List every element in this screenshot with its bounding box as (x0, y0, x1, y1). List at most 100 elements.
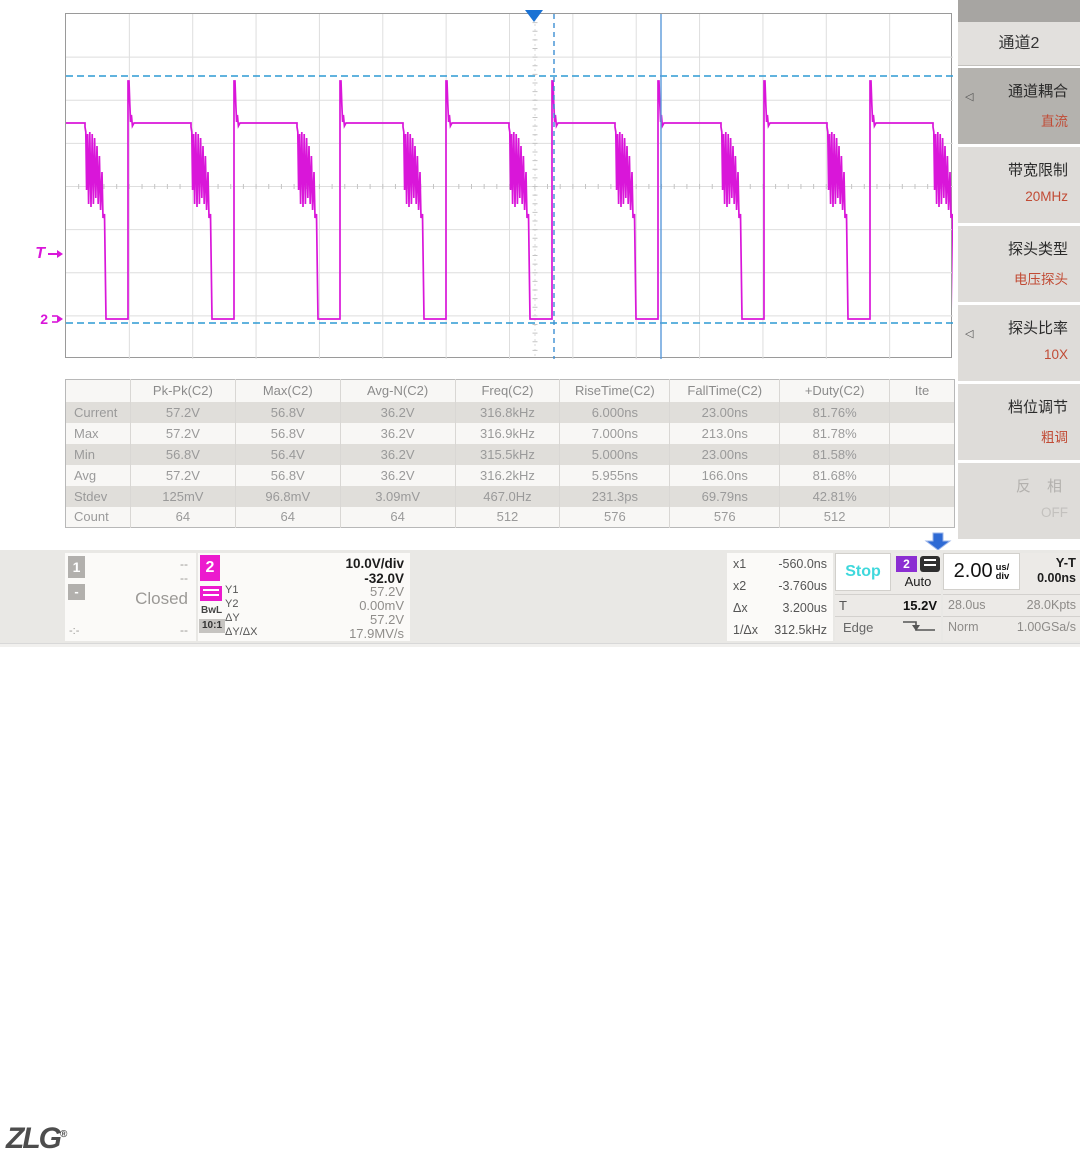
measure-value: 512 (455, 507, 560, 528)
sidebar-item-1[interactable]: 带宽限制20MHz (958, 147, 1080, 223)
sidebar-item-value: 直流 (1041, 110, 1068, 130)
channel1-state: Closed (135, 589, 188, 609)
sidebar-item-4[interactable]: 档位调节粗调 (958, 384, 1080, 460)
trigger-level-label: T (35, 245, 45, 263)
measure-row-label: Max (66, 423, 131, 444)
measure-value: 3.09mV (340, 486, 455, 507)
trigger-level-prefix: T (839, 598, 847, 613)
level-adjust-arrow-icon (50, 312, 64, 326)
sidebar-item-label: 反 相 (1016, 475, 1068, 496)
trigger-mode[interactable]: Auto (896, 574, 940, 589)
measure-value: 42.81% (780, 486, 890, 507)
trigger-position-marker-icon[interactable] (525, 10, 543, 22)
sidebar-item-0[interactable]: ◁通道耦合直流 (958, 68, 1080, 144)
measure-column-header (66, 380, 131, 402)
trigger-level-marker[interactable]: T (26, 245, 64, 263)
measure-value: 36.2V (340, 402, 455, 423)
scroll-down-arrow-icon[interactable] (924, 532, 952, 552)
timebase-panel[interactable]: 2.00 us/ div Y-T 0.00ns 28.0us 28.0Kpts … (943, 553, 1080, 641)
measure-value: 23.00ns (670, 402, 780, 423)
timebase-scale: 2.00 (954, 560, 993, 583)
channel1-scale: -- (180, 557, 188, 571)
measure-row-avg: Avg57.2V56.8V36.2V316.2kHz5.955ns166.0ns… (66, 465, 955, 486)
measure-row-label: Count (66, 507, 131, 528)
measure-value: 5.955ns (560, 465, 670, 486)
status-bar: ZLG® 1 -- -- - Closed -:- -- 2 10.0V/div… (0, 550, 1080, 643)
measure-value (890, 402, 955, 423)
trigger-type[interactable]: Edge (843, 620, 873, 635)
timebase-scale-button[interactable]: 2.00 us/ div (943, 553, 1020, 590)
falling-edge-icon (901, 618, 937, 636)
channel1-panel[interactable]: 1 -- -- - Closed -:- -- (65, 553, 196, 641)
channel2-panel[interactable]: 2 10.0V/div -32.0V BwL 10:1 Y157.2VY20.0… (198, 553, 410, 641)
cursor-readout-panel[interactable]: x1-560.0nsx2-3.760usΔx3.200us1/Δx312.5kH… (727, 553, 833, 641)
sidebar-item-value: OFF (1041, 505, 1068, 520)
measure-value: 57.2V (130, 465, 235, 486)
sidebar-item-2[interactable]: 探头类型电压探头 (958, 226, 1080, 302)
measure-value: 467.0Hz (455, 486, 560, 507)
measure-table: Pk-Pk(C2)Max(C2)Avg-N(C2)Freq(C2)RiseTim… (65, 379, 955, 528)
measure-value: 36.2V (340, 444, 455, 465)
zlg-logo: ZLG® (6, 1122, 67, 1156)
cursor-row-Δx: Δx3.200us (733, 597, 827, 619)
measure-value (890, 423, 955, 444)
measure-value: 512 (780, 507, 890, 528)
measure-row-max: Max57.2V56.8V36.2V316.9kHz7.000ns213.0ns… (66, 423, 955, 444)
measure-value: 166.0ns (670, 465, 780, 486)
measure-value (890, 486, 955, 507)
measure-column-header: Freq(C2) (455, 380, 560, 402)
waveform-canvas[interactable] (66, 14, 953, 359)
sidebar-item-value: 10X (1044, 347, 1068, 362)
measure-value: 231.3ps (560, 486, 670, 507)
cursor-row-x2: x2-3.760us (733, 575, 827, 597)
measure-column-header: +Duty(C2) (780, 380, 890, 402)
measure-column-header: Max(C2) (235, 380, 340, 402)
submenu-left-arrow-icon: ◁ (965, 90, 973, 103)
measure-row-min: Min56.8V56.4V36.2V315.5kHz5.000ns23.00ns… (66, 444, 955, 465)
measure-value: 64 (130, 507, 235, 528)
measure-value: 36.2V (340, 423, 455, 444)
bandwidth-limit-badge: BwL (201, 605, 222, 616)
waveform-display[interactable] (65, 13, 952, 358)
measure-row-label: Current (66, 402, 131, 423)
channel2-readout-row: Y20.00mV (225, 598, 404, 612)
dc-coupling-icon (200, 586, 222, 601)
sidebar-item-3[interactable]: ◁ 探头比率 10X (958, 305, 1080, 381)
bottom-edge (0, 643, 1080, 647)
sidebar-item-value: 粗调 (1041, 426, 1068, 446)
probe-ratio-badge: 10:1 (199, 619, 225, 633)
measure-value: 316.2kHz (455, 465, 560, 486)
channel1-badge: 1 (68, 556, 85, 578)
measure-row-count: Count646464512576576512 (66, 507, 955, 528)
trigger-source-badge: 2 (896, 556, 917, 572)
measure-value (890, 507, 955, 528)
measure-value: 125mV (130, 486, 235, 507)
timebase-unit: us/ div (996, 563, 1010, 581)
measure-value: 81.58% (780, 444, 890, 465)
run-state-button[interactable]: Stop (835, 553, 891, 591)
measure-value: 56.8V (235, 423, 340, 444)
submenu-left-arrow-icon: ◁ (965, 327, 973, 340)
sidebar-item-5: 反 相 OFF (958, 463, 1080, 539)
measure-column-header: RiseTime(C2) (560, 380, 670, 402)
measure-column-header: FallTime(C2) (670, 380, 780, 402)
sidebar-item-label: 探头比率 (1008, 317, 1068, 338)
measure-value: 213.0ns (670, 423, 780, 444)
measure-value: 6.000ns (560, 402, 670, 423)
measure-value: 7.000ns (560, 423, 670, 444)
measure-value: 316.9kHz (455, 423, 560, 444)
trigger-panel[interactable]: Stop 2 Auto T 15.2V Edge (835, 553, 941, 641)
measure-value: 56.8V (235, 465, 340, 486)
measure-value: 64 (340, 507, 455, 528)
measure-column-header: Ite (890, 380, 955, 402)
measure-value: 56.8V (130, 444, 235, 465)
measure-row-label: Min (66, 444, 131, 465)
measure-row-current: Current57.2V56.8V36.2V316.8kHz6.000ns23.… (66, 402, 955, 423)
measure-row-label: Avg (66, 465, 131, 486)
acquisition-mode: Norm (948, 620, 979, 634)
measure-value: 36.2V (340, 465, 455, 486)
measure-value: 69.79ns (670, 486, 780, 507)
measure-value: 315.5kHz (455, 444, 560, 465)
cursor-row-1-Δx: 1/Δx312.5kHz (733, 619, 827, 641)
channel2-ground-marker[interactable]: 2 (30, 311, 64, 327)
